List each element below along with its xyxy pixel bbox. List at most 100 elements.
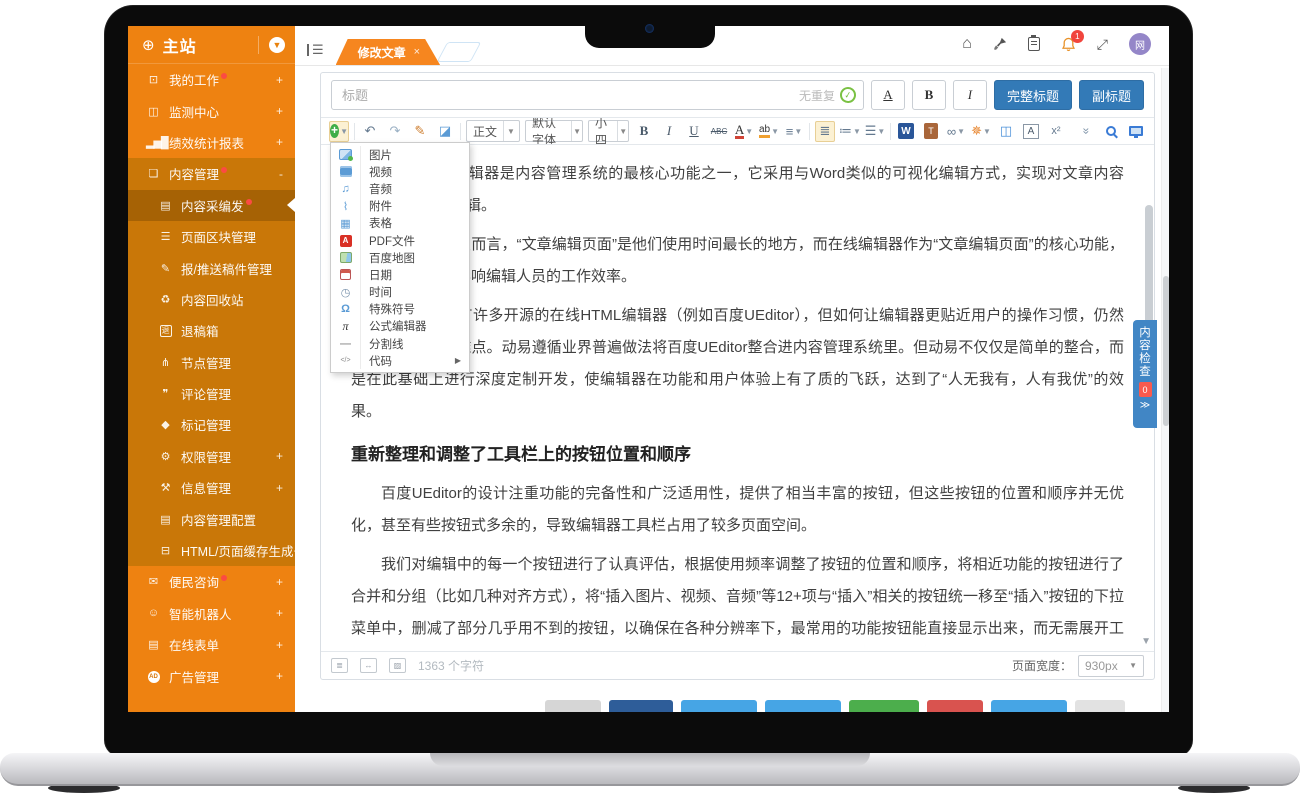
menu-item-divider-line[interactable]: —分割线: [331, 335, 469, 352]
action-button[interactable]: [1075, 700, 1125, 712]
title-italic-button[interactable]: I: [953, 80, 987, 110]
title-input[interactable]: [331, 80, 864, 110]
action-button[interactable]: [991, 700, 1067, 712]
sidebar-item-node-management[interactable]: ⋔ 节点管理: [128, 347, 295, 378]
ordered-list-icon[interactable]: ≔▼: [840, 121, 860, 142]
eraser-icon[interactable]: ◪: [435, 121, 455, 142]
menu-item-time[interactable]: ◷时间: [331, 284, 469, 301]
avatar[interactable]: 网: [1129, 33, 1151, 55]
sidebar-item-monitor-center[interactable]: ◫ 监测中心 +: [128, 95, 295, 126]
auto-format-icon[interactable]: ✵▼: [971, 121, 991, 142]
font-family-select[interactable]: 默认字体▼: [525, 120, 583, 142]
action-button[interactable]: [927, 700, 983, 712]
link-icon[interactable]: ∞▼: [946, 121, 966, 142]
sidebar-item-robot[interactable]: ☺ 智能机器人 +: [128, 598, 295, 629]
sidebar-item-return-box[interactable]: 退 退稿箱: [128, 315, 295, 346]
menu-item-attachment[interactable]: ⌇附件: [331, 198, 469, 215]
sidebar-item-ad-management[interactable]: AD 广告管理 +: [128, 660, 295, 691]
element-path-icon[interactable]: ≣: [331, 658, 348, 673]
redo-icon[interactable]: ↷: [385, 121, 405, 142]
page-width-select[interactable]: 930px▼: [1078, 655, 1144, 677]
main-scrollbar[interactable]: [1161, 68, 1169, 712]
bordered-text-icon[interactable]: A: [1021, 121, 1041, 142]
content-checker-tab[interactable]: 内容检查 0 ≫: [1133, 320, 1157, 428]
sidebar-item-tag-management[interactable]: ◆ 标记管理: [128, 409, 295, 440]
paste-as-text-icon[interactable]: T: [921, 121, 941, 142]
auto-width-icon[interactable]: ↔: [360, 658, 377, 673]
menu-item-table[interactable]: ▦表格: [331, 215, 469, 232]
sidebar-item-performance-report[interactable]: ▂▅█ 绩效统计报表 +: [128, 127, 295, 158]
menu-item-special-symbol[interactable]: Ω特殊符号: [331, 301, 469, 318]
fullscreen-icon[interactable]: ⤢: [1097, 36, 1108, 53]
menu-item-code[interactable]: </>代码▶: [331, 352, 469, 369]
font-color-icon[interactable]: A▼: [734, 121, 754, 142]
action-button[interactable]: [765, 700, 841, 712]
full-title-button[interactable]: 完整标题: [994, 80, 1072, 110]
action-button[interactable]: [545, 700, 601, 712]
italic-icon[interactable]: I: [659, 121, 679, 142]
subtitle-button[interactable]: 副标题: [1079, 80, 1144, 110]
sidebar-item-public-consult[interactable]: ✉ 便民咨询 +: [128, 566, 295, 597]
word-import-icon[interactable]: W: [896, 121, 916, 142]
sidebar-item-my-work[interactable]: ⊡ 我的工作 +: [128, 64, 295, 95]
scroll-down-icon[interactable]: ▼: [1141, 636, 1151, 647]
sidebar-item-comment-management[interactable]: ❞ 评论管理: [128, 378, 295, 409]
strikethrough-icon[interactable]: ABC: [709, 121, 729, 142]
sidebar-item-push-manuscript[interactable]: ✎ 报/推送稿件管理: [128, 252, 295, 283]
align-icon[interactable]: ≡▼: [784, 121, 804, 142]
sidebar-item-content-config[interactable]: ▤ 内容管理配置: [128, 503, 295, 534]
title-style-a-button[interactable]: A: [871, 80, 905, 110]
action-button[interactable]: [609, 700, 673, 712]
broom-icon[interactable]: [993, 37, 1007, 51]
tab-close-icon[interactable]: ×: [414, 46, 420, 58]
format-brush-icon[interactable]: ✎: [410, 121, 430, 142]
sidebar: ⊕ 主站 ▼ ⊡ 我的工作 + ◫ 监测中心 + ▂▅█ 绩效统计报表 +: [128, 26, 295, 712]
superscript-icon[interactable]: x²: [1046, 121, 1066, 142]
columns-icon[interactable]: ◫: [996, 121, 1016, 142]
sidebar-item-online-forms[interactable]: ▤ 在线表单 +: [128, 629, 295, 660]
source-code-icon[interactable]: ▨: [389, 658, 406, 673]
sidebar-item-html-cache[interactable]: ⊟ HTML/页面缓存生成 +: [128, 535, 295, 566]
sidebar-item-recycle-bin[interactable]: ♻ 内容回收站: [128, 284, 295, 315]
menu-item-baidu-map[interactable]: 百度地图: [331, 249, 469, 266]
font-size-select[interactable]: 小四▼: [588, 120, 629, 142]
undo-icon[interactable]: ↶: [360, 121, 380, 142]
action-button[interactable]: [849, 700, 919, 712]
config-doc-icon: ▤: [158, 513, 173, 526]
more-tools-icon[interactable]: »: [1076, 121, 1096, 142]
unordered-list-icon[interactable]: ☰▼: [865, 121, 885, 142]
menu-item-image[interactable]: 图片: [331, 146, 469, 163]
chevron-down-circle-icon[interactable]: ▼: [269, 37, 285, 53]
tab-edit-article[interactable]: 修改文章 ×: [336, 39, 440, 65]
sidebar-item-content-editing[interactable]: ▤ 内容采编发: [128, 190, 295, 221]
action-button[interactable]: [681, 700, 757, 712]
menu-item-video[interactable]: 视频: [331, 163, 469, 180]
fullscreen-edit-icon[interactable]: [1126, 121, 1146, 142]
blocks-icon: ☰: [158, 230, 173, 243]
sidebar-item-content-management[interactable]: ❏ 内容管理 -: [128, 158, 295, 189]
sidebar-toggle-icon[interactable]: ☰: [307, 44, 324, 56]
preview-zoom-icon[interactable]: [1101, 121, 1121, 142]
bold-icon[interactable]: B: [634, 121, 654, 142]
sidebar-item-page-blocks[interactable]: ☰ 页面区块管理: [128, 221, 295, 252]
menu-item-audio[interactable]: ♫音频: [331, 180, 469, 197]
sidebar-item-permission-management[interactable]: ⚙ 权限管理 +: [128, 441, 295, 472]
sidebar-item-info-management[interactable]: ⚒ 信息管理 +: [128, 472, 295, 503]
highlight-color-icon[interactable]: ab▼: [759, 121, 779, 142]
image-icon: [331, 146, 361, 163]
first-line-indent-icon[interactable]: ≣: [815, 121, 835, 142]
sidebar-header[interactable]: ⊕ 主站 ▼: [128, 26, 295, 64]
table-icon: ▦: [331, 215, 361, 232]
insert-dropdown-button[interactable]: +▼: [329, 121, 349, 142]
menu-item-date[interactable]: 日期: [331, 266, 469, 283]
paragraph-select[interactable]: 正文▼: [466, 120, 520, 142]
home-icon[interactable]: ⌂: [962, 35, 972, 53]
title-bold-button[interactable]: B: [912, 80, 946, 110]
underline-icon[interactable]: U: [684, 121, 704, 142]
bell-icon[interactable]: 1: [1061, 37, 1076, 52]
menu-item-formula[interactable]: π公式编辑器: [331, 318, 469, 335]
main-scrollbar-thumb[interactable]: [1163, 276, 1169, 426]
task-clipboard-icon[interactable]: [1028, 37, 1040, 51]
menu-item-pdf[interactable]: APDF文件: [331, 232, 469, 249]
laptop-notch: [585, 6, 715, 48]
